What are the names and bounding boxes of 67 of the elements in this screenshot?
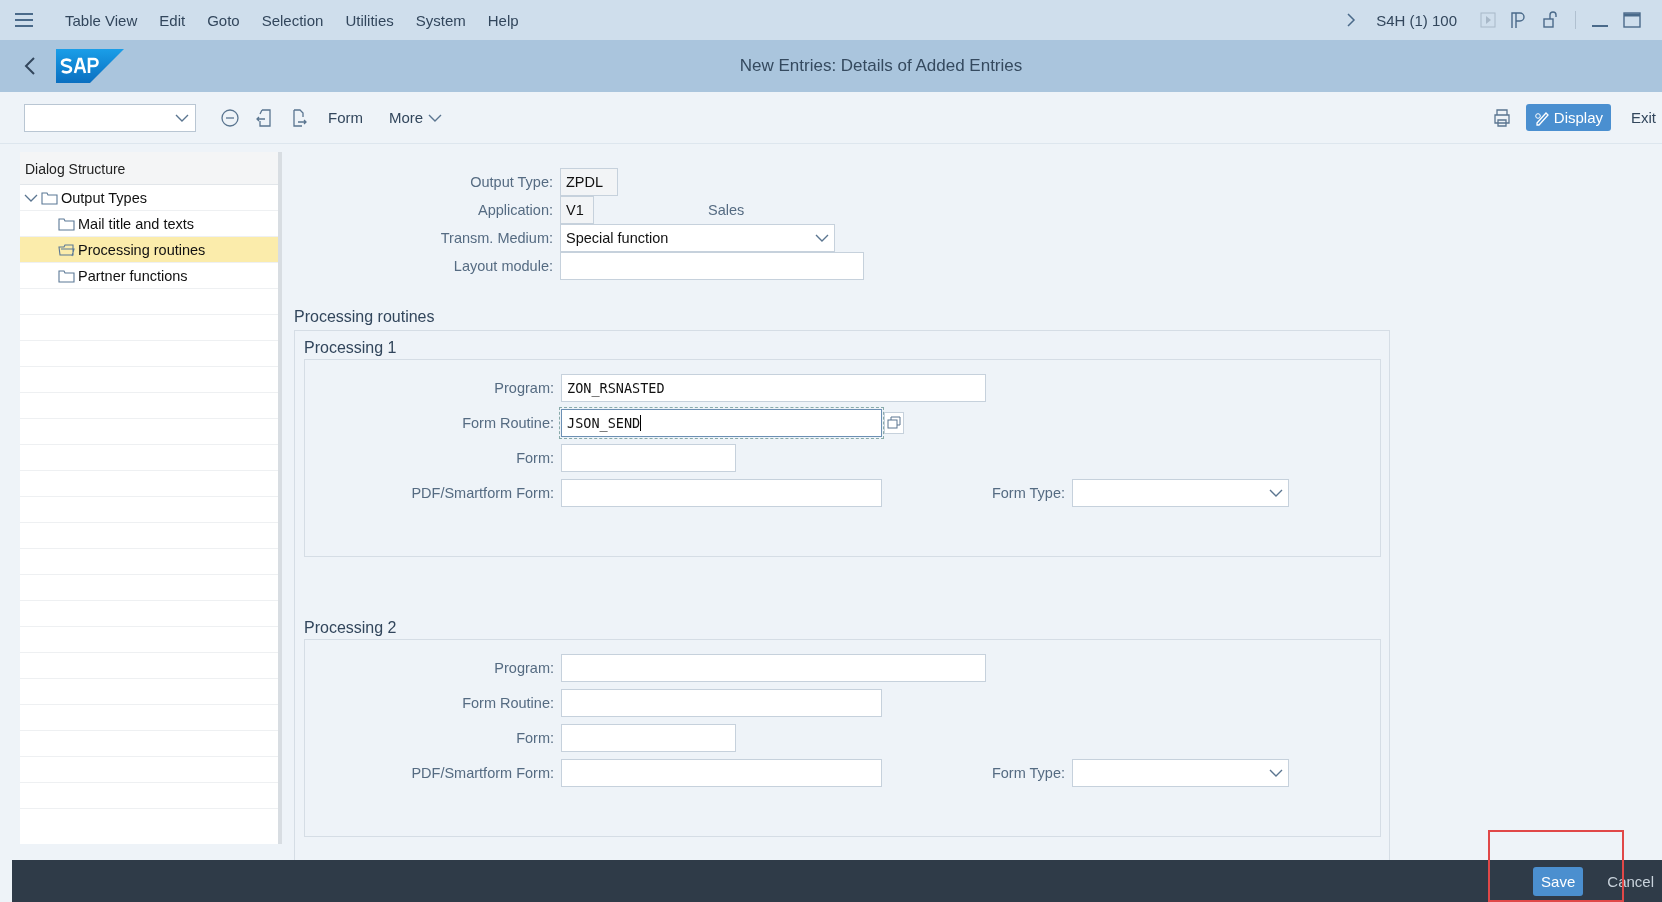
menu-item[interactable]: Goto <box>196 11 251 29</box>
input-field[interactable] <box>561 688 882 717</box>
chevron-right-icon[interactable] <box>1346 13 1357 27</box>
input-field[interactable] <box>561 758 882 787</box>
field-label: Output Type: <box>469 174 554 190</box>
chevron-down-icon <box>428 112 443 123</box>
maximize-icon[interactable] <box>1623 11 1641 29</box>
input-field[interactable] <box>561 443 736 472</box>
field-label: Form Routine: <box>461 414 555 431</box>
readonly-field: V1 <box>560 196 594 224</box>
field-label: Transm. Medium: <box>439 230 554 246</box>
field-label: Layout module: <box>452 258 554 274</box>
unlock-icon[interactable] <box>1542 11 1560 29</box>
input-field[interactable] <box>561 653 986 682</box>
menu-item[interactable]: Selection <box>250 11 335 29</box>
input-field[interactable] <box>561 478 882 507</box>
open-folder-icon <box>58 242 75 257</box>
field-label: Program: <box>493 659 555 676</box>
folder-icon <box>58 216 75 231</box>
value-help-icon[interactable] <box>884 411 904 434</box>
menu-item[interactable]: Help <box>476 11 530 29</box>
chevron-down-icon <box>175 112 189 123</box>
field-label: Form Type: <box>990 484 1066 501</box>
folder-icon <box>58 268 75 283</box>
field-label: Form Type: <box>990 764 1066 781</box>
panel-title: Dialog Structure <box>20 152 278 185</box>
menu-item[interactable]: Utilities <box>334 11 405 29</box>
input-field[interactable] <box>560 252 864 280</box>
field-label: PDF/Smartform Form: <box>410 484 555 501</box>
chevron-down-icon <box>1269 767 1283 778</box>
menu-item[interactable]: Table View <box>54 11 149 29</box>
group-title: Processing 2 <box>304 619 398 637</box>
back-icon[interactable] <box>24 57 36 75</box>
input-field[interactable]: JSON_SEND <box>561 408 882 437</box>
tree-item[interactable]: Processing routines <box>20 237 278 263</box>
dropdown-field[interactable]: Special function <box>560 224 835 252</box>
document-arrow-icon[interactable] <box>254 107 274 128</box>
system-info: S4H (1) 100 <box>1376 11 1457 29</box>
chevron-down-icon[interactable] <box>24 192 38 203</box>
input-field[interactable] <box>561 723 736 752</box>
dropdown-field[interactable] <box>24 103 196 132</box>
section-title: Processing routines <box>294 308 436 326</box>
form-button[interactable]: Form <box>322 105 369 130</box>
menu-icon[interactable] <box>14 12 34 28</box>
print-icon[interactable] <box>1491 107 1512 128</box>
exit-button[interactable]: Exit <box>1625 105 1662 130</box>
field-description: Sales <box>708 202 745 218</box>
group-title: Processing 1 <box>304 339 398 357</box>
minus-circle-icon[interactable] <box>220 107 240 128</box>
field-label: Form Routine: <box>461 694 555 711</box>
page-title: New Entries: Details of Added Entries <box>739 56 1023 76</box>
dropdown-field[interactable] <box>1072 478 1289 507</box>
more-button[interactable]: More <box>383 105 449 130</box>
chevron-down-icon <box>1269 487 1283 498</box>
readonly-field: ZPDL <box>560 168 618 196</box>
field-label: Program: <box>493 379 555 396</box>
field-label: Form: <box>515 449 555 466</box>
field-label: PDF/Smartform Form: <box>410 764 555 781</box>
folder-icon <box>41 190 58 205</box>
input-field[interactable]: ZON_RSNASTED <box>561 373 986 402</box>
chevron-down-icon <box>815 233 829 243</box>
dropdown-field[interactable] <box>1072 758 1289 787</box>
menu-item[interactable]: System <box>404 11 477 29</box>
field-label: Form: <box>515 729 555 746</box>
field-label: Application: <box>477 202 554 218</box>
menu-item[interactable]: Edit <box>148 11 197 29</box>
logo <box>56 49 124 83</box>
